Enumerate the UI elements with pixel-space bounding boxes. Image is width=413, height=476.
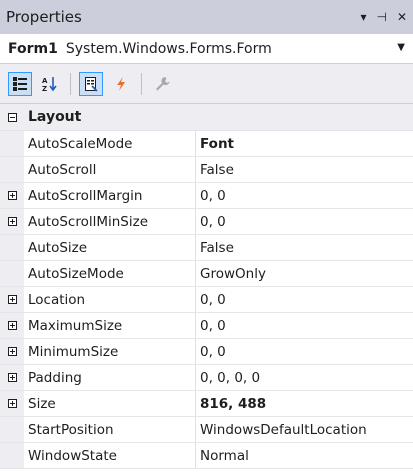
- property-row[interactable]: AutoScrollMargin 0, 0: [0, 183, 413, 209]
- category-label: Layout: [28, 109, 82, 125]
- object-selector[interactable]: Form1 System.Windows.Forms.Form ▼: [0, 34, 413, 64]
- property-grid: Layout AutoScaleMode Font AutoScroll False A…: [0, 104, 413, 476]
- row-gutter: [0, 443, 24, 468]
- property-value[interactable]: WindowsDefaultLocation: [196, 417, 413, 442]
- property-value[interactable]: 0, 0: [196, 209, 413, 234]
- property-name: AutoSize: [24, 235, 196, 260]
- property-value[interactable]: Font: [196, 131, 413, 156]
- property-value[interactable]: 0, 0: [196, 183, 413, 208]
- row-gutter: [0, 131, 24, 156]
- property-name: AutoScrollMinSize: [24, 209, 196, 234]
- expand-icon[interactable]: [0, 183, 24, 208]
- window-controls: ▾ ⊣ ✕: [360, 0, 407, 34]
- alphabetical-icon[interactable]: A Z: [38, 72, 62, 96]
- property-value[interactable]: Normal: [196, 443, 413, 468]
- property-row[interactable]: AutoScrollMinSize 0, 0: [0, 209, 413, 235]
- row-gutter: [0, 235, 24, 260]
- property-value[interactable]: 0, 0: [196, 287, 413, 312]
- properties-title-bar: Properties ▾ ⊣ ✕: [0, 0, 413, 34]
- row-gutter: [0, 417, 24, 442]
- expand-icon[interactable]: [0, 391, 24, 416]
- property-row[interactable]: StartPosition WindowsDefaultLocation: [0, 417, 413, 443]
- property-row[interactable]: Location 0, 0: [0, 287, 413, 313]
- property-value[interactable]: 0, 0, 0, 0: [196, 365, 413, 390]
- property-row[interactable]: AutoSize False: [0, 235, 413, 261]
- property-name: Padding: [24, 365, 196, 390]
- property-row[interactable]: AutoScroll False: [0, 157, 413, 183]
- toolbar-separator: [141, 72, 142, 95]
- close-icon[interactable]: ✕: [397, 10, 407, 24]
- svg-text:Z: Z: [42, 85, 47, 92]
- pin-icon[interactable]: ⊣: [376, 10, 386, 24]
- expand-icon[interactable]: [0, 313, 24, 338]
- property-row[interactable]: WindowState Normal: [0, 443, 413, 469]
- expand-icon[interactable]: [0, 287, 24, 312]
- property-value[interactable]: GrowOnly: [196, 261, 413, 286]
- property-name: AutoScrollMargin: [24, 183, 196, 208]
- property-name: WindowState: [24, 443, 196, 468]
- category-header[interactable]: Layout: [0, 104, 413, 131]
- property-name: MinimumSize: [24, 339, 196, 364]
- property-value[interactable]: 0, 0: [196, 313, 413, 338]
- property-row[interactable]: MinimumSize 0, 0: [0, 339, 413, 365]
- events-icon[interactable]: [109, 72, 133, 96]
- properties-toolbar: A Z: [0, 64, 413, 104]
- property-row[interactable]: MaximumSize 0, 0: [0, 313, 413, 339]
- expand-icon[interactable]: [0, 339, 24, 364]
- property-name: AutoScaleMode: [24, 131, 196, 156]
- categorized-icon[interactable]: [8, 71, 32, 96]
- property-value[interactable]: False: [196, 157, 413, 182]
- property-row[interactable]: Size 816, 488: [0, 391, 413, 417]
- property-name: AutoSizeMode: [24, 261, 196, 286]
- row-gutter: [0, 261, 24, 286]
- expand-icon[interactable]: [0, 209, 24, 234]
- property-value[interactable]: 816, 488: [196, 391, 413, 416]
- expand-icon[interactable]: [0, 365, 24, 390]
- property-name: Location: [24, 287, 196, 312]
- property-value[interactable]: False: [196, 235, 413, 260]
- property-name: AutoScroll: [24, 157, 196, 182]
- collapse-icon[interactable]: [0, 112, 24, 122]
- property-row[interactable]: Padding 0, 0, 0, 0: [0, 365, 413, 391]
- property-pages-icon[interactable]: [150, 72, 174, 96]
- property-name: MaximumSize: [24, 313, 196, 338]
- toolbar-separator: [70, 72, 71, 95]
- property-value[interactable]: 0, 0: [196, 339, 413, 364]
- property-name: Size: [24, 391, 196, 416]
- svg-text:A: A: [42, 77, 48, 85]
- object-name: Form1: [8, 40, 58, 57]
- row-gutter: [0, 157, 24, 182]
- dropdown-menu-icon[interactable]: ▾: [360, 10, 366, 24]
- window-title: Properties: [6, 8, 82, 26]
- property-row[interactable]: AutoScaleMode Font: [0, 131, 413, 157]
- property-name: StartPosition: [24, 417, 196, 442]
- chevron-down-icon[interactable]: ▼: [397, 42, 405, 53]
- property-row[interactable]: AutoSizeMode GrowOnly: [0, 261, 413, 287]
- object-type: System.Windows.Forms.Form: [65, 40, 272, 57]
- properties-icon[interactable]: [79, 71, 103, 96]
